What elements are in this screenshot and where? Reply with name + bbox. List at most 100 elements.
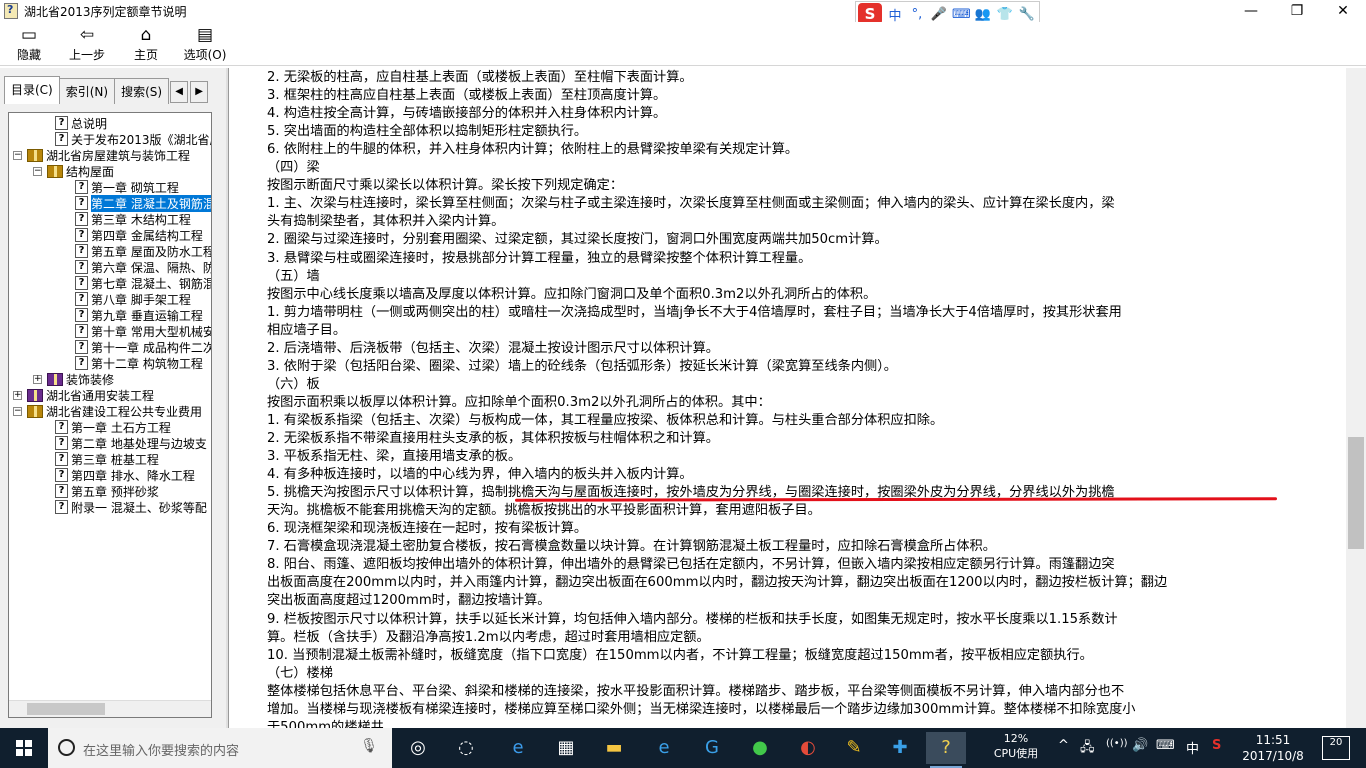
help-page-icon: ?: [55, 420, 68, 434]
show-hidden-icons-icon[interactable]: ^: [1058, 738, 1069, 753]
collapse-icon[interactable]: −: [13, 406, 22, 416]
tree-item[interactable]: − 湖北省房屋建筑与装饰工程: [13, 147, 190, 163]
tab-scroll-left-icon[interactable]: ◀: [170, 81, 189, 103]
tree-item[interactable]: ? 第一章 砌筑工程: [75, 179, 179, 195]
back-button[interactable]: ⇦ 上一步: [58, 24, 116, 64]
ime-punctuation-icon[interactable]: °,: [908, 7, 926, 22]
tree-item[interactable]: ? 第四章 排水、降水工程: [55, 467, 195, 483]
users-icon[interactable]: 👥: [974, 7, 992, 22]
tree-item[interactable]: ? 附录一 混凝土、砂浆等配: [55, 499, 207, 515]
restore-button[interactable]: ❐: [1274, 0, 1320, 22]
tree-item[interactable]: ? 第十一章 成品构件二次: [75, 339, 211, 355]
tree-item[interactable]: ? 总说明: [55, 115, 107, 131]
file-explorer-icon[interactable]: ▬: [594, 732, 634, 764]
contents-tree[interactable]: ?总说明?关于发布2013版《湖北省房屋−湖北省房屋建筑与装饰工程−结构屋面?第…: [8, 112, 212, 718]
tree-item[interactable]: ? 第三章 木结构工程: [75, 211, 191, 227]
content-line: 5. 突出墙面的构造柱全部体积以捣制矩形柱定额执行。: [267, 124, 588, 140]
plus-app-icon[interactable]: ✚: [880, 732, 920, 764]
tree-item[interactable]: − 结构屋面: [33, 163, 114, 179]
content-vertical-scrollbar[interactable]: [1346, 68, 1366, 728]
home-icon: ⌂: [140, 25, 152, 45]
content-line: 3. 框架柱的柱高应自柱基上表面（或楼板上表面）至柱顶高度计算。: [267, 88, 667, 104]
tree-item-label: 湖北省建设工程公共专业费用: [46, 404, 203, 419]
microphone-icon[interactable]: 🎤: [930, 7, 948, 22]
skin-icon[interactable]: 👕: [996, 7, 1014, 22]
tab-search[interactable]: 搜索(S): [114, 78, 170, 104]
cpu-meter[interactable]: 12% CPU使用: [986, 731, 1046, 761]
keyboard-icon[interactable]: ⌨: [952, 7, 971, 22]
expand-icon[interactable]: +: [13, 390, 22, 400]
tab-contents[interactable]: 目录(C): [4, 76, 60, 104]
store-icon[interactable]: ▦: [546, 732, 586, 764]
back-arrow-icon: ⇦: [79, 25, 95, 45]
notes-icon[interactable]: ✎: [834, 732, 874, 764]
tree-item[interactable]: ? 第六章 保温、隔热、防: [75, 259, 211, 275]
network-icon[interactable]: 🖧: [1080, 738, 1095, 760]
scroll-thumb[interactable]: [27, 703, 105, 715]
content-line: （四）梁: [267, 160, 320, 176]
tree-item[interactable]: ? 第二章 地基处理与边坡支: [55, 435, 207, 451]
input-language-indicator[interactable]: 中: [1186, 738, 1199, 757]
app-icon[interactable]: ◌: [446, 732, 486, 764]
tree-horizontal-scrollbar[interactable]: [9, 700, 211, 717]
hide-button[interactable]: ▭ 隐藏: [0, 24, 58, 64]
tree-item[interactable]: ? 第一章 土石方工程: [55, 419, 171, 435]
tree-item[interactable]: − 湖北省建设工程公共专业费用: [13, 403, 202, 419]
green-app-icon[interactable]: ●: [740, 732, 780, 764]
start-button[interactable]: [0, 728, 48, 768]
close-button[interactable]: ✕: [1320, 0, 1366, 22]
tree-item[interactable]: ? 第二章 混凝土及钢筋混: [75, 194, 211, 212]
taskbar: 在这里输入你要搜索的内容 🎙 ◎ ◌ e ▦ ▬ e G ● ◐ ✎ ✚ ? 1…: [0, 728, 1366, 768]
tab-index[interactable]: 索引(N): [58, 78, 116, 104]
tree-item-label: 第三章 桩基工程: [71, 452, 159, 467]
tools-icon[interactable]: 🔧: [1018, 7, 1036, 22]
help-page-icon: ?: [75, 228, 88, 242]
collapse-icon[interactable]: −: [13, 150, 22, 160]
tree-item[interactable]: + 装饰装修: [33, 371, 114, 387]
tree-item[interactable]: ?关于发布2013版《湖北省房屋: [55, 131, 211, 147]
tree-item[interactable]: ? 第五章 预拌砂浆: [55, 483, 159, 499]
minimize-button[interactable]: —: [1228, 0, 1274, 22]
tree-item[interactable]: ? 第八章 脚手架工程: [75, 291, 191, 307]
ie-icon[interactable]: e: [644, 732, 684, 764]
scroll-thumb[interactable]: [1348, 437, 1364, 549]
toolbar: ▭ 隐藏 ⇦ 上一步 ⌂ 主页 ▤ 选项(O): [0, 22, 1366, 66]
content-line: 整体楼梯包括休息平台、平台梁、斜梁和楼梯的连接梁，按水平投影面积计算。楼梯踏步、…: [267, 683, 1125, 699]
help-page-icon: ?: [75, 356, 88, 370]
content-line: （七）楼梯: [267, 665, 333, 681]
tree-item[interactable]: ? 第五章 屋面及防水工程: [75, 243, 211, 259]
tree-item[interactable]: + 湖北省通用安装工程: [13, 387, 154, 403]
volume-icon[interactable]: 🔊: [1132, 738, 1148, 753]
tree-item-label: 第一章 土石方工程: [71, 420, 171, 435]
help-app-icon[interactable]: ?: [926, 732, 966, 768]
edge-icon[interactable]: e: [498, 732, 538, 764]
tree-item[interactable]: ? 第四章 金属结构工程: [75, 227, 203, 243]
tree-item-label: 第十二章 构筑物工程: [91, 356, 203, 371]
tab-scroll-right-icon[interactable]: ▶: [190, 81, 209, 103]
expand-icon[interactable]: +: [33, 374, 42, 384]
cpu-value: 12%: [1003, 732, 1029, 745]
tree-item[interactable]: ? 第三章 桩基工程: [55, 451, 159, 467]
system-clock[interactable]: 11:51 2017/10/8: [1236, 732, 1310, 764]
notification-center-icon[interactable]: 20: [1322, 736, 1350, 760]
home-button[interactable]: ⌂ 主页: [117, 24, 175, 64]
taskbar-search-box[interactable]: 在这里输入你要搜索的内容 🎙: [48, 728, 392, 768]
tree-item[interactable]: ? 第七章 混凝土、钢筋混: [75, 275, 211, 291]
content-line: 相应墙子目。: [267, 322, 347, 338]
microphone-icon[interactable]: 🎙: [360, 738, 378, 754]
tree-item[interactable]: ? 第十章 常用大型机械安: [75, 323, 211, 339]
windows-logo-icon: [16, 740, 32, 756]
help-app-glyph: ?: [941, 737, 951, 758]
tree-item[interactable]: ? 第十二章 构筑物工程: [75, 355, 203, 371]
collapse-icon[interactable]: −: [33, 166, 42, 176]
red-app-icon[interactable]: ◐: [788, 732, 828, 764]
options-button[interactable]: ▤ 选项(O): [176, 24, 234, 64]
sogou-tray-icon[interactable]: S: [1212, 738, 1221, 753]
tree-item[interactable]: ? 第九章 垂直运输工程: [75, 307, 203, 323]
browser-g-icon[interactable]: G: [692, 732, 732, 764]
wifi-icon[interactable]: ((•)): [1106, 738, 1128, 749]
ime-chinese-mode[interactable]: 中: [886, 5, 904, 24]
title-bar: 湖北省2013序列定额章节说明: [0, 0, 1366, 22]
keyboard-icon[interactable]: ⌨: [1156, 738, 1175, 753]
task-view-icon[interactable]: ◎: [398, 732, 438, 764]
